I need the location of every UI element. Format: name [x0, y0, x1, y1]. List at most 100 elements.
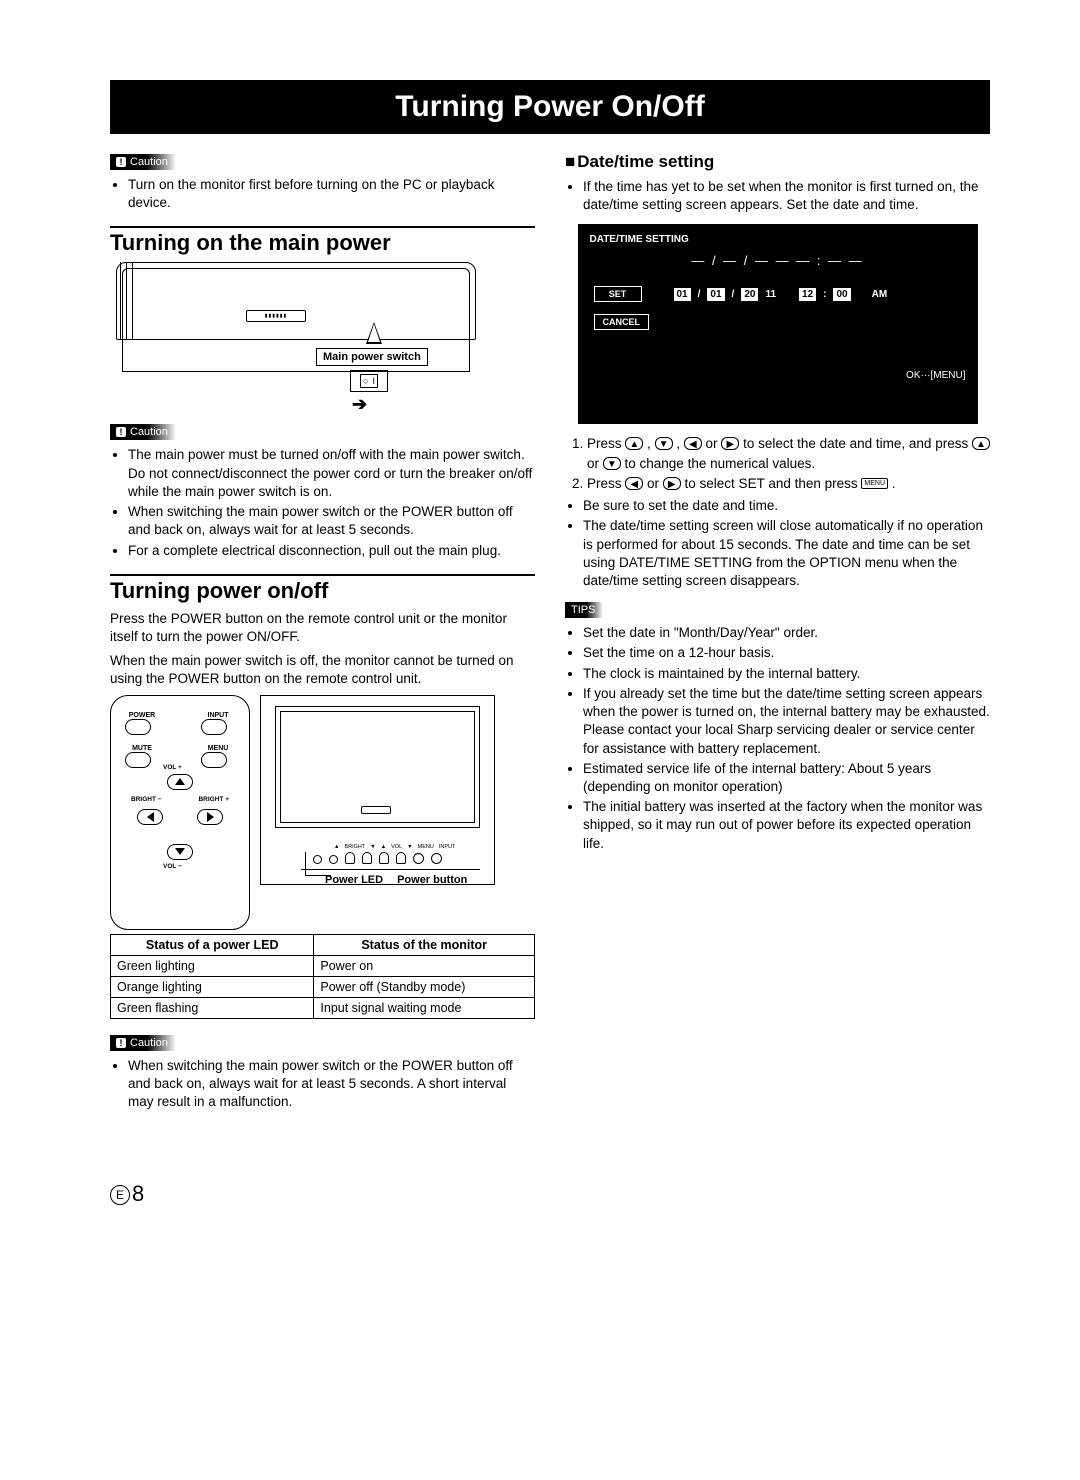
main-power-switch-label: Main power switch [316, 348, 428, 366]
remote-label: VOL − [163, 863, 182, 870]
page-marker-icon: E [110, 1185, 130, 1205]
datetime-notes: Be sure to set the date and time. The da… [565, 497, 990, 590]
section-rule [110, 226, 535, 228]
two-column-layout: !Caution Turn on the monitor first befor… [110, 152, 990, 1121]
caution-list-1: Turn on the monitor first before turning… [110, 176, 535, 212]
osd-value: 00 [833, 288, 850, 301]
menu-button-icon [201, 752, 227, 768]
arrow-right-icon: ➔ [352, 394, 367, 415]
table-row: Green lightingPower on [111, 955, 535, 976]
list-item: When switching the main power switch or … [128, 1057, 535, 1112]
list-item: The initial battery was inserted at the … [583, 798, 990, 853]
callout-arrow-icon [366, 322, 382, 344]
section-rule [110, 574, 535, 576]
osd-separator: : [822, 289, 827, 300]
right-key-icon: ▶ [663, 477, 681, 490]
table-header: Status of the monitor [314, 934, 535, 955]
list-item: When switching the main power switch or … [128, 503, 535, 539]
datetime-steps: Press ▲ , ▼ , ◀ or ▶ to select the date … [565, 434, 990, 493]
caution-label-1: !Caution [110, 154, 176, 170]
figure-caption: Power LED Power button [325, 874, 467, 886]
osd-set-button: SET [594, 286, 642, 302]
remote-label: BRIGHT − [131, 796, 162, 803]
main-power-diagram: ▮▮▮▮▮▮ Main power switch ○I ➔ [116, 262, 476, 412]
left-key-icon: ◀ [684, 437, 702, 450]
datetime-intro: If the time has yet to be set when the m… [565, 178, 990, 214]
up-key-icon: ▲ [972, 437, 990, 450]
remote-label: POWER [125, 712, 159, 719]
osd-footer: OK···[MENU] [590, 370, 966, 381]
monitor-diagram: ▲BRIGHT▼ ▲VOL▼ MENU INPUT [260, 695, 495, 885]
osd-separator: / [731, 289, 736, 300]
table-row: Green flashingInput signal waiting mode [111, 997, 535, 1018]
osd-value: 01 [707, 288, 724, 301]
list-item: The date/time setting screen will close … [583, 517, 990, 590]
remote-control-diagram: POWER INPUT MUTE MENU VOL + BRIGHT − BRI… [110, 695, 250, 930]
list-item: The main power must be turned on/off wit… [128, 446, 535, 501]
power-slot-icon: ▮▮▮▮▮▮ [246, 310, 306, 322]
menu-key-icon: MENU [861, 478, 888, 489]
osd-value: 20 [741, 288, 758, 301]
down-key-icon: ▼ [655, 437, 673, 450]
right-button-icon [197, 809, 223, 825]
osd-value: 12 [799, 288, 816, 301]
power-button-icon [125, 719, 151, 735]
up-key-icon: ▲ [625, 437, 643, 450]
down-key-icon: ▼ [603, 457, 621, 470]
page-number: E8 [110, 1181, 990, 1207]
list-item: Be sure to set the date and time. [583, 497, 990, 515]
list-item: If the time has yet to be set when the m… [583, 178, 990, 214]
left-button-icon [137, 809, 163, 825]
remote-label: INPUT [201, 712, 235, 719]
left-column: !Caution Turn on the monitor first befor… [110, 152, 535, 1121]
remote-label: MENU [201, 745, 235, 752]
caution-list-3: When switching the main power switch or … [110, 1057, 535, 1112]
subsection-heading-datetime: Date/time setting [565, 152, 990, 172]
list-item: The clock is maintained by the internal … [583, 665, 990, 683]
table-header: Status of a power LED [111, 934, 314, 955]
section-heading-power-onoff: Turning power on/off [110, 578, 535, 604]
osd-date-placeholder: — / — / — — — : — — [590, 253, 966, 268]
list-item: Press ◀ or ▶ to select SET and then pres… [587, 474, 990, 494]
power-led-status-table: Status of a power LED Status of the moni… [110, 934, 535, 1019]
tips-list: Set the date in "Month/Day/Year" order. … [565, 624, 990, 853]
input-button-icon [201, 719, 227, 735]
list-item: If you already set the time but the date… [583, 685, 990, 758]
mute-button-icon [125, 752, 151, 768]
dpad-icon: VOL + BRIGHT − BRIGHT + VOL − [137, 774, 223, 860]
osd-separator: / [697, 289, 702, 300]
tips-label: TIPS [565, 602, 603, 618]
manual-page: Turning Power On/Off !Caution Turn on th… [0, 0, 1080, 1247]
osd-ampm: AM [871, 289, 889, 300]
body-text: When the main power switch is off, the m… [110, 652, 535, 688]
remote-label: BRIGHT + [198, 796, 229, 803]
up-button-icon [167, 774, 193, 790]
right-column: Date/time setting If the time has yet to… [565, 152, 990, 1121]
table-row: Orange lightingPower off (Standby mode) [111, 976, 535, 997]
osd-set-row: SET 01 / 01 / 20 11 12 : 00 AM [590, 286, 966, 302]
list-item: Turn on the monitor first before turning… [128, 176, 535, 212]
osd-title: DATE/TIME SETTING [590, 234, 966, 245]
caution-list-2: The main power must be turned on/off wit… [110, 446, 535, 559]
datetime-osd-screenshot: DATE/TIME SETTING — / — / — — — : — — SE… [578, 224, 978, 424]
list-item: Set the date in "Month/Day/Year" order. [583, 624, 990, 642]
osd-value: 01 [674, 288, 691, 301]
page-title: Turning Power On/Off [110, 80, 990, 134]
list-item: Estimated service life of the internal b… [583, 760, 990, 796]
body-text: Press the POWER button on the remote con… [110, 610, 535, 646]
osd-value: 11 [764, 289, 777, 300]
list-item: Press ▲ , ▼ , ◀ or ▶ to select the date … [587, 434, 990, 473]
remote-label: VOL + [163, 764, 182, 771]
caution-label-2: !Caution [110, 424, 176, 440]
remote-label: MUTE [125, 745, 159, 752]
caution-label-3: !Caution [110, 1035, 176, 1051]
power-switch-icon: ○I [350, 370, 388, 392]
down-button-icon [167, 844, 193, 860]
remote-and-monitor-figure: POWER INPUT MUTE MENU VOL + BRIGHT − BRI… [110, 695, 535, 930]
right-key-icon: ▶ [721, 437, 739, 450]
section-heading-main-power: Turning on the main power [110, 230, 535, 256]
osd-cancel-button: CANCEL [594, 314, 650, 330]
list-item: For a complete electrical disconnection,… [128, 542, 535, 560]
left-key-icon: ◀ [625, 477, 643, 490]
list-item: Set the time on a 12-hour basis. [583, 644, 990, 662]
